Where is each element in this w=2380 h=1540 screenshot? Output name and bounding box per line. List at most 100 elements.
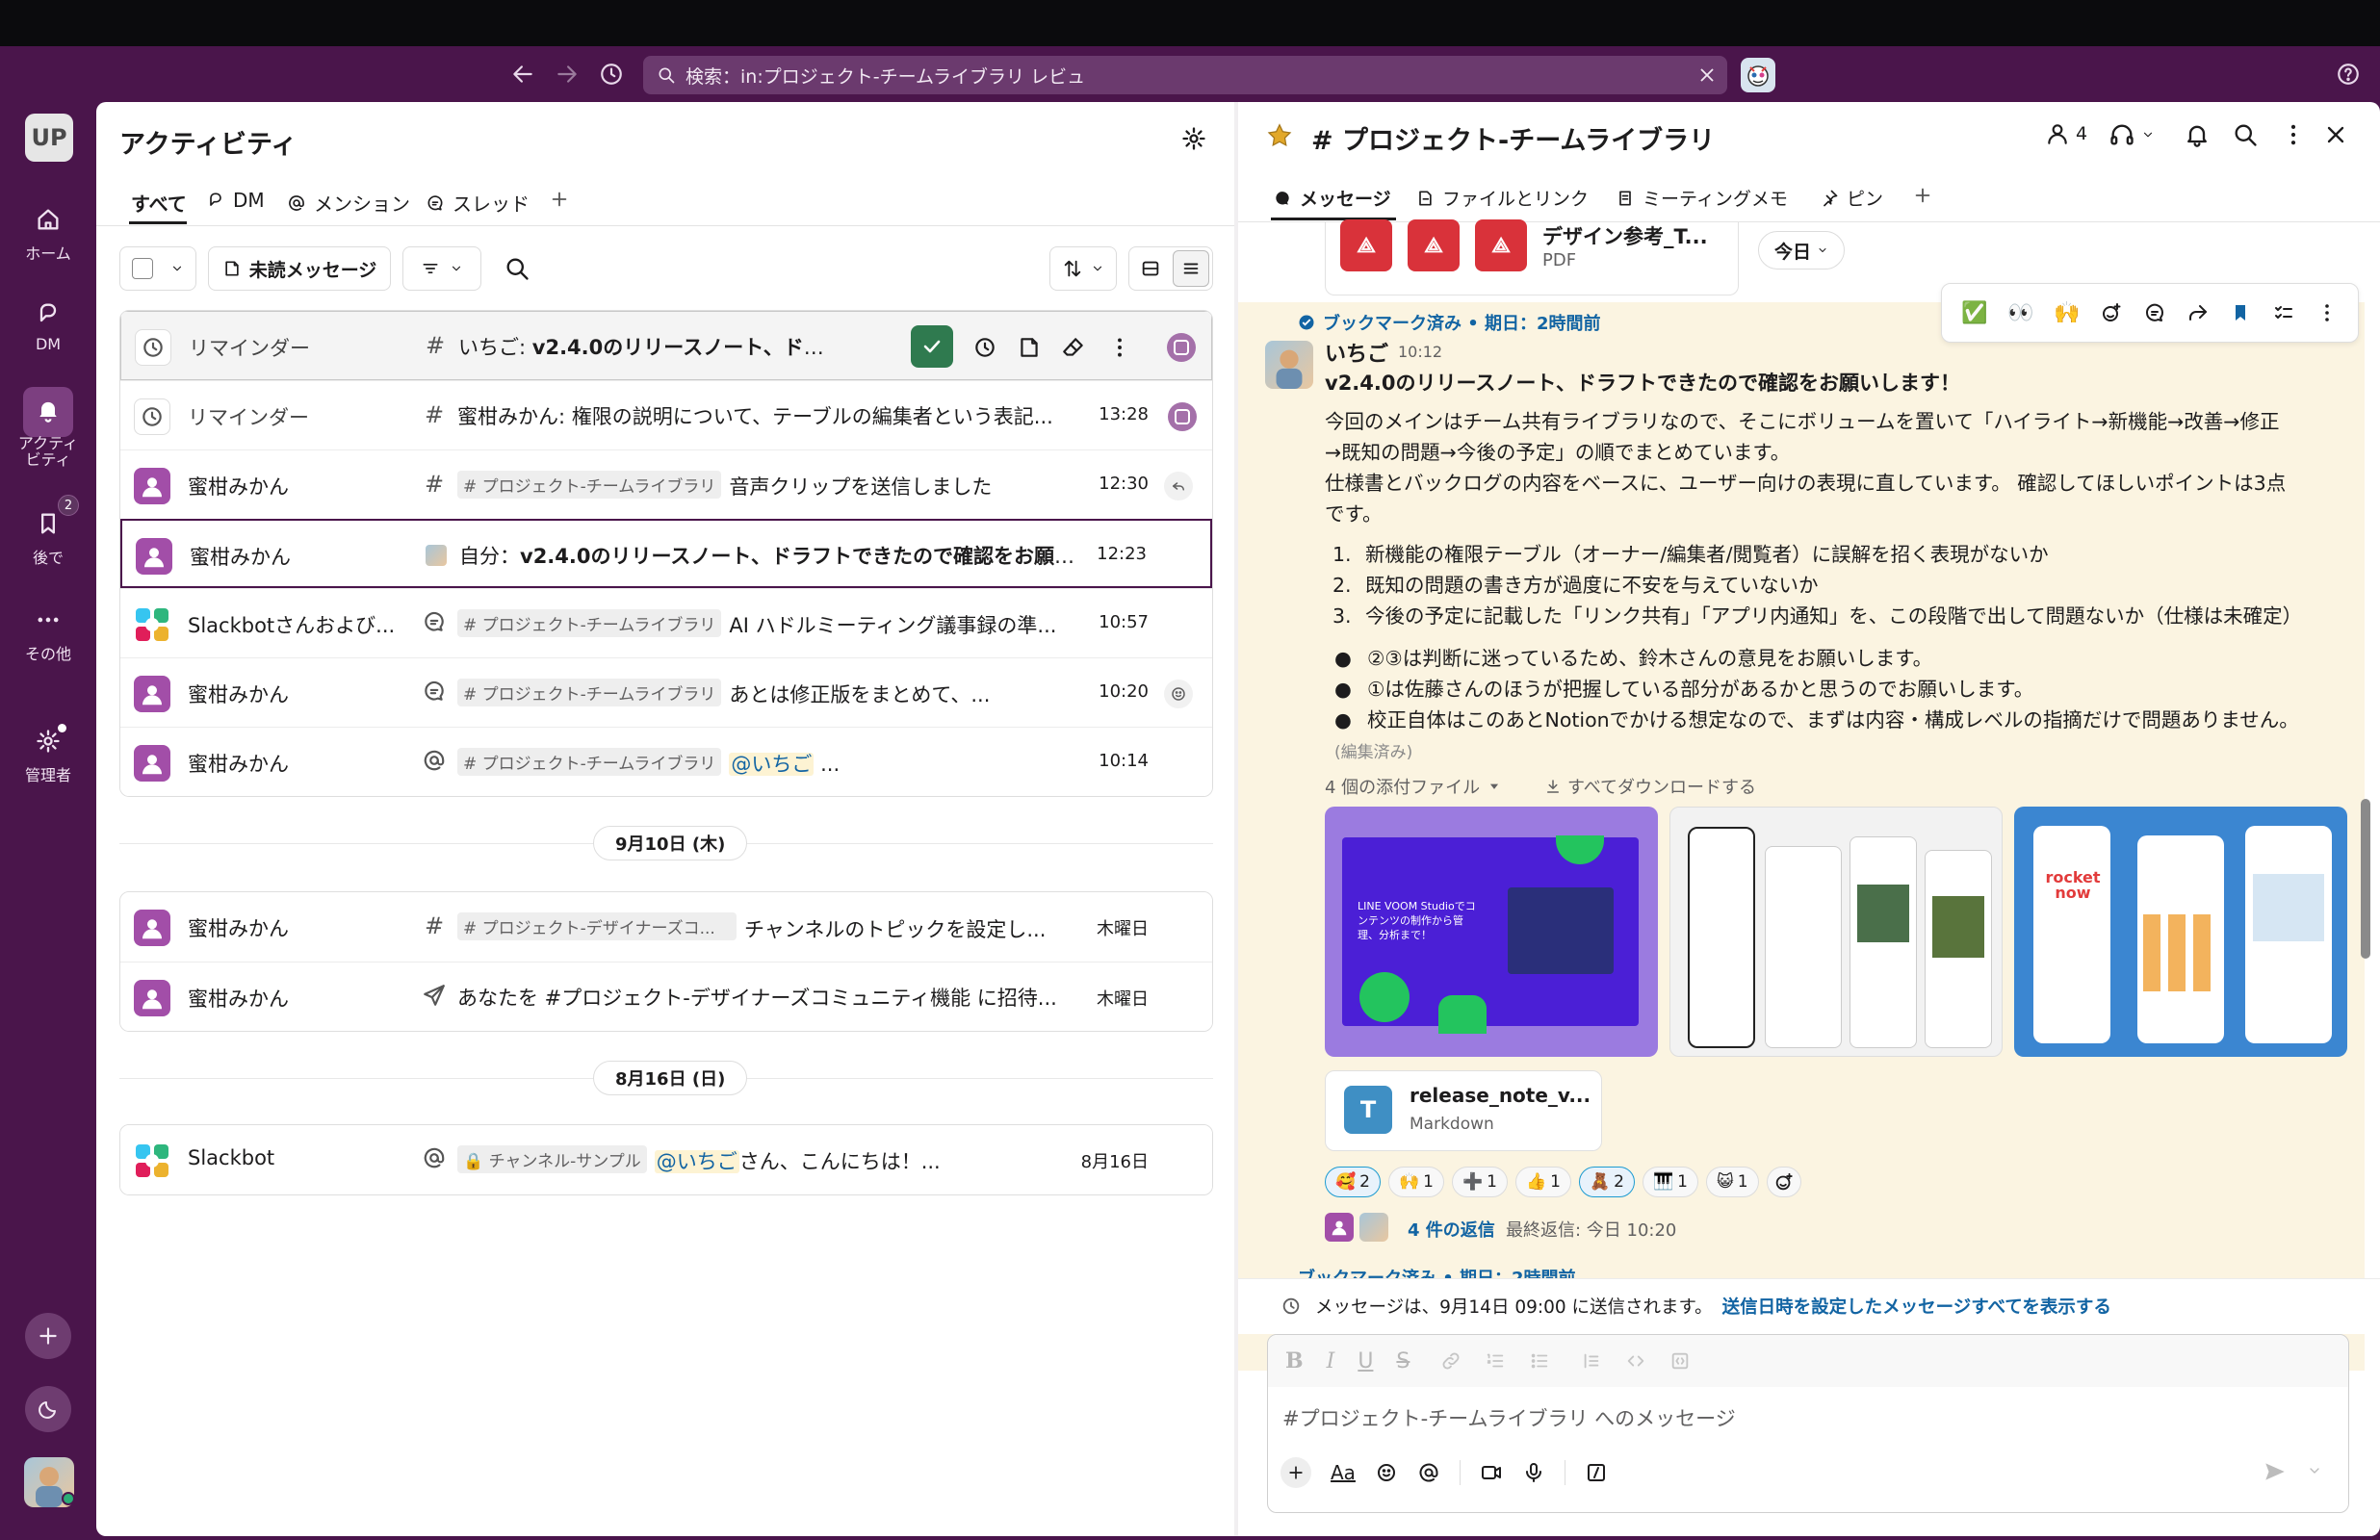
- list-item[interactable]: リマインダー # いちご: v2.4.0のリリースノート、ドラフト...: [120, 311, 1212, 380]
- reaction-chip[interactable]: 👍 1: [1515, 1167, 1571, 1197]
- back-button[interactable]: [510, 62, 535, 87]
- add-reaction-button[interactable]: [1766, 1167, 1801, 1197]
- mark-complete-button[interactable]: [911, 325, 953, 368]
- thread-replies-link[interactable]: 4 件の返信: [1408, 1217, 1495, 1242]
- author-name[interactable]: いちご: [1325, 337, 1388, 368]
- shortcuts-button[interactable]: [1585, 1461, 1608, 1484]
- more-actions-button[interactable]: [1107, 335, 1132, 360]
- tab-all[interactable]: すべて: [131, 189, 187, 217]
- image-attachment[interactable]: rocket now: [2014, 807, 2347, 1057]
- snooze-button[interactable]: [972, 335, 997, 360]
- code-block-icon[interactable]: [1669, 1350, 1691, 1372]
- tab-meeting-notes[interactable]: ミーティングメモ: [1616, 185, 1788, 211]
- react-raised-hands-button[interactable]: 🙌: [2054, 301, 2080, 325]
- rail-dm[interactable]: DM: [0, 298, 96, 353]
- reaction-chip[interactable]: 🙌 1: [1388, 1167, 1444, 1197]
- channel-title[interactable]: # プロジェクト-チームライブラリ: [1311, 119, 1715, 157]
- share-button[interactable]: [2186, 301, 2210, 324]
- list-item[interactable]: 蜜柑みかん # # プロジェクト-チームライブラリ 音声クリップを送信しました 1…: [120, 449, 1212, 519]
- history-button[interactable]: [599, 62, 624, 87]
- rail-activity[interactable]: アクティ ビティ: [0, 395, 96, 468]
- bookmark-button[interactable]: [2229, 301, 2252, 324]
- formatting-toggle-icon[interactable]: Aa: [1331, 1461, 1356, 1484]
- react-eyes-button[interactable]: 👀: [2007, 301, 2033, 325]
- view-list-button[interactable]: [1173, 250, 1209, 287]
- author-avatar[interactable]: [1265, 341, 1313, 389]
- list-item[interactable]: 蜜柑みかん あなたを #プロジェクト-デザイナーズコミュニティ機能 に招待...…: [120, 962, 1212, 1031]
- view-card-button[interactable]: [1132, 250, 1169, 287]
- create-list-item-button[interactable]: [2272, 301, 2295, 324]
- reaction-chip[interactable]: 🎹 1: [1643, 1167, 1698, 1197]
- filter-button[interactable]: [402, 246, 481, 291]
- search-bar[interactable]: 検索：in:プロジェクト-チームライブラリ レビュ: [643, 56, 1727, 94]
- quote-icon[interactable]: [1581, 1350, 1602, 1372]
- channel-tag[interactable]: # プロジェクト-チームライブラリ: [457, 679, 722, 706]
- attach-button[interactable]: [1281, 1457, 1311, 1488]
- help-button[interactable]: [2336, 62, 2361, 87]
- strikethrough-icon[interactable]: S: [1396, 1349, 1410, 1373]
- list-item[interactable]: Slackbot 🔒 チャンネル-サンプル @いちごさん、こんにちは！... 8月…: [120, 1125, 1212, 1194]
- code-icon[interactable]: [1625, 1350, 1646, 1372]
- tab-files[interactable]: ファイルとリンク: [1415, 185, 1589, 211]
- add-tab-button[interactable]: [549, 189, 570, 210]
- channel-search-button[interactable]: [2232, 121, 2259, 148]
- view-toggle[interactable]: [1128, 246, 1213, 291]
- star-channel-button[interactable]: [1265, 121, 1294, 150]
- mention-button[interactable]: [1417, 1461, 1440, 1484]
- dark-mode-toggle[interactable]: [25, 1386, 71, 1432]
- bullet-list-icon[interactable]: [1529, 1350, 1550, 1372]
- reaction-chip[interactable]: 😺 1: [1706, 1167, 1759, 1197]
- scheduled-link[interactable]: 送信日時を設定したメッセージすべてを表示する: [1722, 1294, 2111, 1319]
- tab-messages[interactable]: メッセージ: [1273, 185, 1391, 211]
- bookmark-status[interactable]: ブックマーク済み • 期日：2時間前: [1298, 310, 1601, 335]
- mention[interactable]: @いちご: [729, 753, 815, 776]
- reaction-chip[interactable]: ➕ 1: [1452, 1167, 1508, 1197]
- italic-icon[interactable]: I: [1327, 1349, 1335, 1373]
- clear-button[interactable]: [1061, 335, 1086, 360]
- message-more-button[interactable]: [2315, 301, 2339, 324]
- bold-icon[interactable]: B: [1285, 1348, 1304, 1373]
- add-workspace-button[interactable]: [25, 1313, 71, 1359]
- audio-button[interactable]: [1522, 1461, 1545, 1484]
- send-options-button[interactable]: [2307, 1463, 2322, 1478]
- tab-pins[interactable]: ピン: [1820, 185, 1883, 211]
- sort-button[interactable]: [1049, 246, 1117, 291]
- rail-more[interactable]: その他: [0, 604, 96, 664]
- close-panel-button[interactable]: [2322, 121, 2349, 148]
- list-item[interactable]: 蜜柑みかん # プロジェクト-チームライブラリ あとは修正版をまとめて、... 1…: [120, 657, 1212, 727]
- scrollbar-thumb[interactable]: [2361, 799, 2370, 959]
- channel-tag[interactable]: # プロジェクト-デザイナーズコ...: [457, 912, 737, 940]
- send-button[interactable]: [2263, 1459, 2288, 1484]
- mark-unread-button[interactable]: [1017, 335, 1042, 360]
- activity-settings-button[interactable]: [1180, 125, 1207, 152]
- image-attachment[interactable]: LINE VOOM Studioでコンテンツの制作から管理、分析まで！: [1325, 807, 1658, 1057]
- clear-search-icon[interactable]: [1696, 64, 1718, 86]
- message-input[interactable]: #プロジェクト-チームライブラリ へのメッセージ: [1282, 1403, 1736, 1432]
- select-all-checkbox[interactable]: [119, 246, 196, 291]
- search-input[interactable]: 検索：in:プロジェクト-チームライブラリ レビュ: [686, 63, 1085, 89]
- add-reaction-button[interactable]: [2100, 301, 2123, 324]
- huddle-button[interactable]: [2108, 121, 2155, 148]
- add-tab-button[interactable]: [1912, 185, 1933, 206]
- image-attachment[interactable]: [1669, 807, 2003, 1057]
- tab-threads[interactable]: スレッド: [426, 189, 530, 217]
- list-item[interactable]: 蜜柑みかん # プロジェクト-チームライブラリ @いちご ... 10:14: [120, 727, 1212, 796]
- reaction-chip[interactable]: 🧸 2: [1579, 1167, 1635, 1197]
- notifications-button[interactable]: [2184, 121, 2211, 148]
- rail-admin[interactable]: 管理者: [0, 726, 96, 785]
- tab-mentions[interactable]: メンション: [287, 189, 410, 217]
- list-item[interactable]: Slackbotさんおよび... # プロジェクト-チームライブラリ AI ハドル…: [120, 588, 1212, 657]
- list-item[interactable]: リマインダー # 蜜柑みかん: 権限の説明について、テーブルの編集者という表記.…: [120, 380, 1212, 449]
- date-jump-button[interactable]: 今日: [1758, 231, 1846, 270]
- underline-icon[interactable]: U: [1358, 1349, 1373, 1373]
- workspace-switcher[interactable]: UP: [25, 114, 73, 162]
- ordered-list-icon[interactable]: [1485, 1350, 1506, 1372]
- reaction-chip[interactable]: 🥰 2: [1325, 1167, 1381, 1197]
- download-all-button[interactable]: すべてダウンロードする: [1544, 774, 1756, 799]
- video-button[interactable]: [1480, 1461, 1503, 1484]
- unread-filter-button[interactable]: 未読メッセージ: [208, 246, 391, 291]
- channel-more-button[interactable]: [2280, 121, 2307, 148]
- emoji-button[interactable]: [1375, 1461, 1398, 1484]
- channel-tag[interactable]: # プロジェクト-チームライブラリ: [457, 471, 722, 499]
- channel-tag[interactable]: # プロジェクト-チームライブラリ: [457, 609, 722, 637]
